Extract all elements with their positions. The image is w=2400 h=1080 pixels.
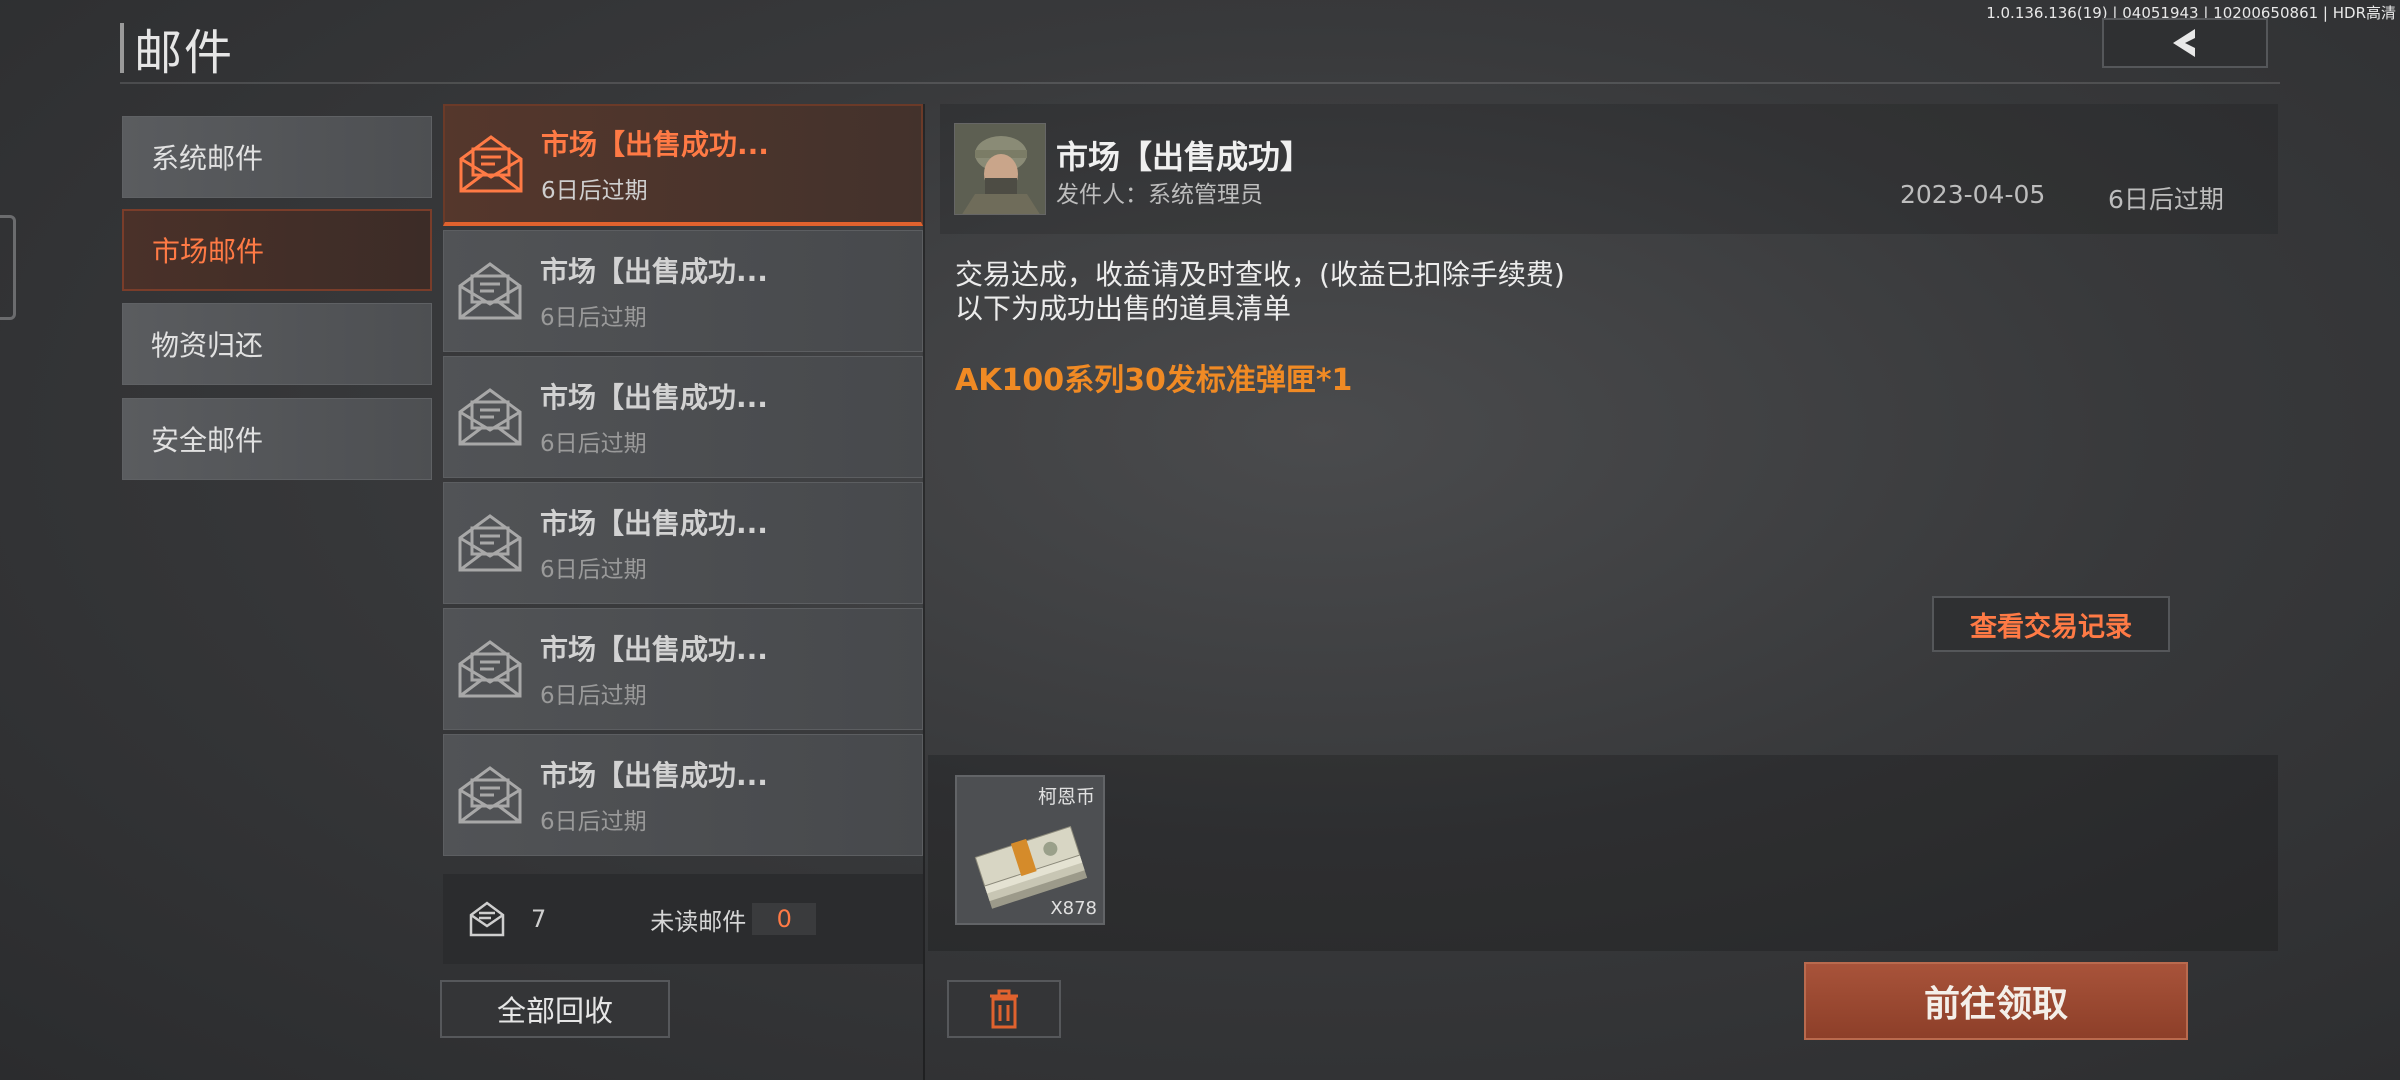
chevron-left-icon bbox=[2173, 29, 2195, 57]
mail-expire: 6日后过期 bbox=[541, 178, 648, 204]
unread-label: 未读邮件 bbox=[650, 907, 747, 936]
category-security-mail[interactable]: 安全邮件 bbox=[122, 398, 432, 480]
mail-body: 交易达成，收益请及时查收，(收益已扣除手续费) 以下为成功出售的道具清单 bbox=[955, 258, 1565, 326]
open-envelope-icon bbox=[458, 262, 522, 320]
open-envelope-icon bbox=[458, 388, 522, 446]
mail-list-footer: 7 未读邮件 0 bbox=[443, 874, 923, 964]
view-trade-records-button[interactable]: 查看交易记录 bbox=[1932, 596, 2170, 652]
mail-body-line: 以下为成功出售的道具清单 bbox=[955, 292, 1292, 325]
back-button[interactable] bbox=[2102, 18, 2268, 68]
category-label: 物资归还 bbox=[151, 329, 264, 362]
category-label: 市场邮件 bbox=[152, 235, 265, 268]
mail-title: 市场【出售成功... bbox=[540, 255, 768, 288]
header-divider bbox=[120, 82, 2280, 84]
mail-list-item[interactable]: 市场【出售成功... 6日后过期 bbox=[443, 482, 923, 604]
mail-text: 市场【出售成功... 6日后过期 bbox=[540, 628, 768, 710]
open-envelope-icon bbox=[458, 640, 522, 698]
title-marker bbox=[120, 23, 124, 73]
mail-text: 市场【出售成功... 6日后过期 bbox=[540, 376, 768, 458]
mail-title: 市场【出售成功... bbox=[540, 507, 768, 540]
mail-expire: 6日后过期 bbox=[540, 809, 647, 835]
mail-expire: 6日后过期 bbox=[540, 305, 647, 331]
mail-list-item[interactable]: 市场【出售成功... 6日后过期 bbox=[443, 734, 923, 856]
sender-avatar bbox=[954, 123, 1046, 215]
category-system-mail[interactable]: 系统邮件 bbox=[122, 116, 432, 198]
sold-item-line: AK100系列30发标准弹匣*1 bbox=[955, 363, 1353, 398]
mail-date: 2023-04-05 bbox=[1900, 180, 2046, 209]
mail-expire: 6日后过期 bbox=[540, 683, 647, 709]
mail-list-item[interactable]: 市场【出售成功... 6日后过期 bbox=[443, 356, 923, 478]
mail-list[interactable]: 市场【出售成功... 6日后过期 市场【出售成功... 6日后过期 市场【出售成… bbox=[443, 104, 923, 866]
mail-expire-info: 6日后过期 bbox=[2108, 185, 2224, 214]
mail-expire: 6日后过期 bbox=[540, 557, 647, 583]
open-envelope-icon bbox=[458, 514, 522, 572]
open-envelope-icon bbox=[459, 135, 523, 193]
category-supply-return[interactable]: 物资归还 bbox=[122, 303, 432, 385]
category-label: 安全邮件 bbox=[151, 424, 264, 457]
claim-button[interactable]: 前往领取 bbox=[1804, 962, 2188, 1040]
mail-total-count: 7 bbox=[531, 905, 547, 933]
mail-title: 市场【出售成功... bbox=[541, 128, 769, 161]
attachment-name: 柯恩币 bbox=[1037, 786, 1095, 808]
category-market-mail[interactable]: 市场邮件 bbox=[122, 209, 432, 291]
attachment-item[interactable]: 柯恩币 X878 bbox=[955, 775, 1105, 925]
mail-stack-icon bbox=[469, 901, 505, 937]
mail-text: 市场【出售成功... 6日后过期 bbox=[540, 502, 768, 584]
open-envelope-icon bbox=[458, 766, 522, 824]
attachment-quantity: X878 bbox=[1050, 898, 1097, 919]
side-handle[interactable] bbox=[0, 215, 16, 320]
mail-title: 市场【出售成功... bbox=[540, 381, 768, 414]
mail-expire: 6日后过期 bbox=[540, 431, 647, 457]
page-title: 邮件 bbox=[134, 25, 235, 81]
mail-text: 市场【出售成功... 6日后过期 bbox=[540, 754, 768, 836]
mail-list-item[interactable]: 市场【出售成功... 6日后过期 bbox=[443, 104, 923, 226]
trash-icon bbox=[990, 989, 1018, 1029]
mail-body-line: 交易达成，收益请及时查收，(收益已扣除手续费) bbox=[955, 258, 1565, 291]
unread-count: 0 bbox=[752, 903, 817, 935]
attachment-panel bbox=[928, 755, 2278, 951]
mail-sender: 发件人：系统管理员 bbox=[1056, 182, 1263, 208]
panel-divider bbox=[923, 104, 925, 1080]
delete-button[interactable] bbox=[947, 980, 1061, 1038]
mail-title: 市场【出售成功... bbox=[540, 633, 768, 666]
mail-list-item[interactable]: 市场【出售成功... 6日后过期 bbox=[443, 230, 923, 352]
soldier-portrait-icon bbox=[955, 124, 1045, 214]
mail-detail-title: 市场【出售成功】 bbox=[1056, 138, 1313, 176]
mail-list-item[interactable]: 市场【出售成功... 6日后过期 bbox=[443, 608, 923, 730]
category-label: 系统邮件 bbox=[151, 142, 264, 175]
page-header: 邮件 bbox=[120, 22, 234, 81]
mail-text: 市场【出售成功... 6日后过期 bbox=[541, 123, 769, 205]
collect-all-button[interactable]: 全部回收 bbox=[440, 980, 670, 1038]
mail-text: 市场【出售成功... 6日后过期 bbox=[540, 250, 768, 332]
mail-title: 市场【出售成功... bbox=[540, 759, 768, 792]
